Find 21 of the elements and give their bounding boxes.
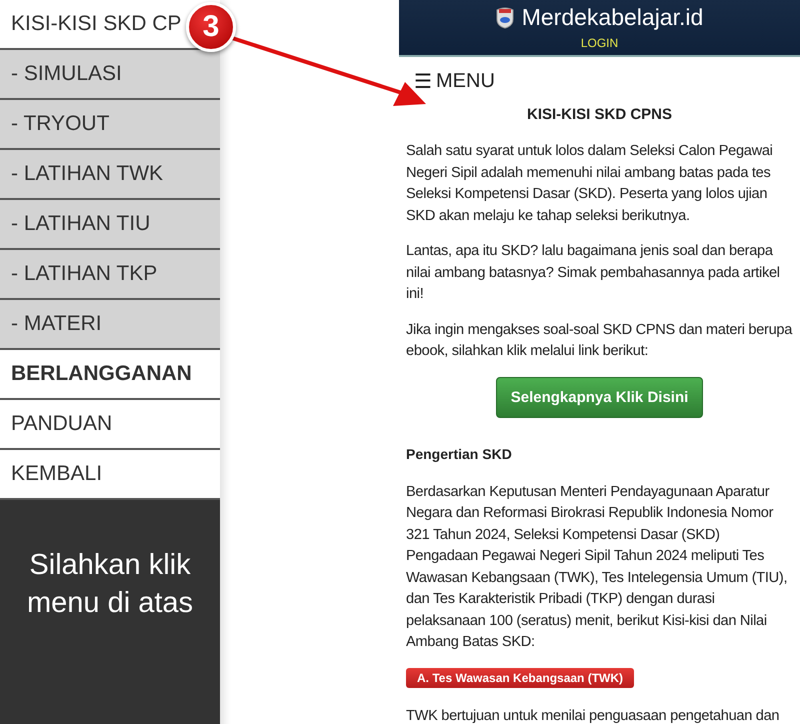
site-title[interactable]: Merdekabelajar.id	[522, 4, 704, 31]
sidebar-item[interactable]: KEMBALI	[11, 462, 102, 486]
article-paragraph: Lantas, apa itu SKD? lalu bagaimana jenis soal dan berapa nilai ambang batasnya? Simak pembahasannya pada artikel ini!	[406, 242, 781, 304]
sidebar-item[interactable]: - MATERI	[11, 312, 102, 336]
login-link[interactable]: LOGIN	[580, 36, 618, 50]
sidebar-item[interactable]: BERLANGGANAN	[11, 362, 192, 386]
section-label: A. Tes Wawasan Kebangsaan (TWK)	[406, 668, 634, 688]
article-title: KISI-KISI SKD CPNS	[526, 106, 674, 123]
shield-icon	[496, 6, 514, 28]
sidebar-item[interactable]: PANDUAN	[11, 412, 112, 436]
article-paragraph: TWK bertujuan untuk menilai penguasaan pengetahuan dan	[406, 706, 780, 724]
menu-toggle[interactable]: ☰ MENU	[414, 69, 495, 94]
menu-label: MENU	[436, 70, 495, 93]
sidebar-note: Silahkan klik menu di atas	[26, 548, 194, 621]
more-button[interactable]: Selengkapnya Klik Disini	[496, 376, 704, 418]
article-paragraph: Salah satu syarat untuk lolos dalam Seleksi Calon Pegawai Negeri Sipil adalah memenuhi nilai ambang batas pada tes Seleksi Kompetensi Dasar (SKD). Peserta yang lolos ujian SKD akan melaju ke tahap seleksi berikutnya.	[406, 142, 774, 226]
article-paragraph: Berdasarkan Keputusan Menteri Pendayagunaan Aparatur Negara dan Reformasi Birokrasi Republik Indonesia Nomor 321 Tahun 2024, Seleksi Kompetensi Dasar (SKD) Pengadaan Pegawai Negeri Sipil Tahun 2024 meliputi Tes Wawasan Kebangsaan (TWK), Tes Intelegensia Umum (TIU), dan Tes Karakteristik Pribadi (TKP) dengan durasi pelaksanaan 100 (seratus) menit, berikut Kisi-kisi dan Nilai Ambang Batas SKD:	[406, 482, 788, 652]
menu-icon: ☰	[414, 69, 432, 94]
section-heading: Pengertian SKD	[406, 446, 513, 462]
sidebar-item[interactable]: KISI-KISI SKD CP	[11, 12, 182, 36]
article-paragraph: Jika ingin mengakses soal-soal SKD CPNS dan materi berupa ebook, silahkan klik melalui link berikut:	[406, 320, 793, 361]
